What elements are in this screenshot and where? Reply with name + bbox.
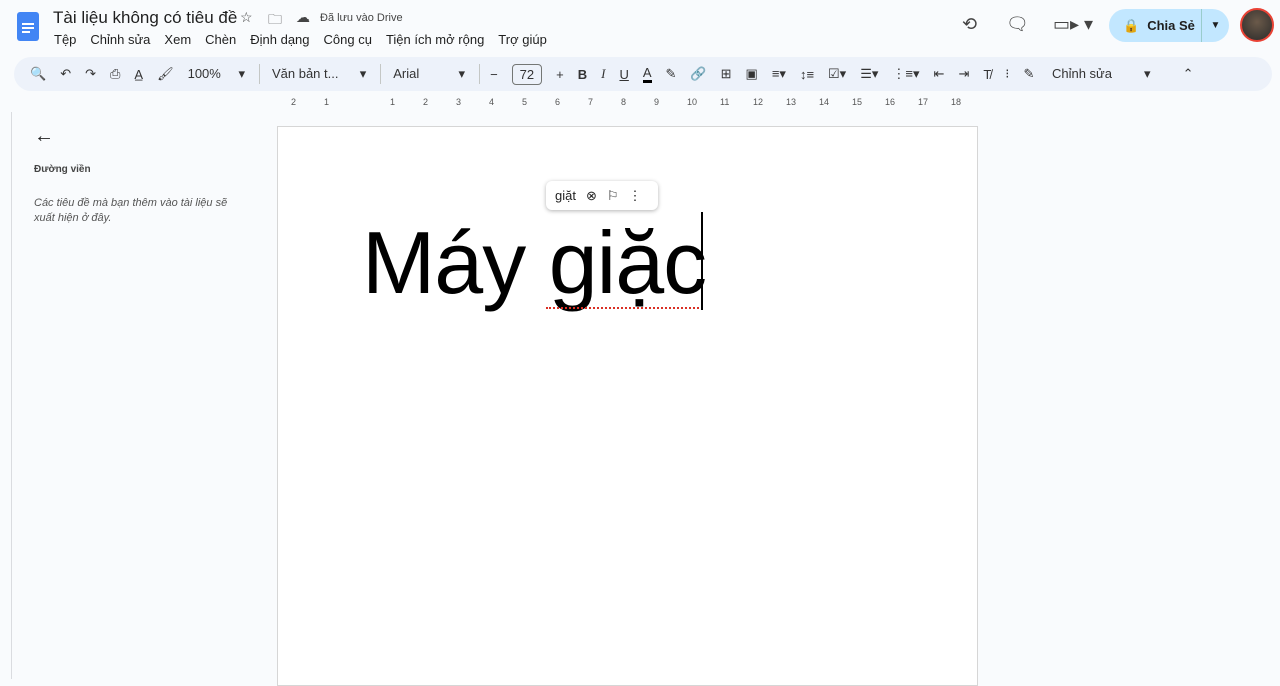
- toolbar: 🔍 ↶ ↷ ⎙ A̲ 🖌 100% ▾ Văn bản t... ▾ Arial…: [14, 57, 1272, 91]
- ruler-label: 16: [885, 97, 896, 107]
- spellcheck-icon[interactable]: A̲: [134, 67, 143, 82]
- document-text[interactable]: Máy giặc: [362, 212, 707, 314]
- checklist-icon[interactable]: ☑▾: [828, 66, 846, 82]
- style-select[interactable]: Văn bản t... ▾: [272, 66, 366, 82]
- ruler-label: 14: [819, 97, 830, 107]
- align-icon[interactable]: ≡▾: [772, 66, 786, 82]
- ruler-label: 1: [390, 97, 396, 107]
- comments-icon[interactable]: 🗨: [1006, 14, 1029, 35]
- editing-mode-select[interactable]: ✎ Chỉnh sửa ▾: [1023, 66, 1150, 82]
- divider: [380, 64, 382, 84]
- ruler-label: 2: [423, 97, 429, 107]
- saved-status: Đã lưu vào Drive: [320, 12, 403, 24]
- decrease-indent-icon[interactable]: ⇤: [934, 66, 945, 82]
- ruler-label: 2: [291, 97, 297, 107]
- more-options-icon[interactable]: ⋮: [629, 188, 642, 204]
- menu-extensions[interactable]: Tiện ích mở rộng: [386, 32, 484, 47]
- back-arrow-icon[interactable]: ←: [34, 125, 54, 148]
- underline-icon[interactable]: U: [619, 67, 628, 82]
- search-icon[interactable]: 🔍: [30, 66, 46, 82]
- dismiss-icon[interactable]: ⊗: [586, 188, 597, 204]
- menu-insert[interactable]: Chèn: [205, 32, 236, 47]
- ruler-label: 15: [852, 97, 863, 107]
- ruler-label: 5: [522, 97, 528, 107]
- bulleted-list-icon[interactable]: ☰▾: [860, 66, 878, 82]
- menu-help[interactable]: Trợ giúp: [498, 32, 547, 47]
- ruler-label: 18: [951, 97, 962, 107]
- numbered-list-icon[interactable]: ⋮≡▾: [892, 66, 919, 82]
- print-icon[interactable]: ⎙: [110, 66, 120, 82]
- move-folder-icon[interactable]: 🗀: [268, 9, 282, 33]
- outline-title: Đường viền: [34, 164, 91, 175]
- add-comment-icon[interactable]: ⊞: [721, 66, 732, 82]
- italic-icon[interactable]: I: [601, 66, 605, 82]
- docs-logo[interactable]: [17, 12, 39, 41]
- line-spacing-icon[interactable]: ↕≡: [800, 67, 814, 82]
- font-value: Arial: [393, 66, 420, 81]
- zoom-select[interactable]: 100% ▾: [188, 66, 245, 82]
- text-cursor: [701, 212, 703, 310]
- font-size-input[interactable]: 72: [511, 63, 543, 85]
- meet-icon[interactable]: ▭▸ ▾: [1053, 14, 1093, 35]
- pencil-icon: ✎: [1023, 66, 1035, 81]
- link-icon[interactable]: 🔗: [690, 66, 706, 82]
- spelling-underline: [546, 306, 703, 309]
- spelling-suggestion-popup: giặt ⊗ ⚐ ⋮: [546, 181, 658, 210]
- document-title[interactable]: Tài liệu không có tiêu đề: [53, 8, 237, 28]
- outline-hint: Các tiêu đề mà bạn thêm vào tài liệu sẽ …: [34, 197, 228, 224]
- menu-edit[interactable]: Chỉnh sửa: [90, 32, 150, 47]
- ruler-label: 9: [654, 97, 660, 107]
- star-icon[interactable]: ☆: [240, 9, 253, 26]
- avatar[interactable]: [1240, 8, 1274, 42]
- ruler-label: 12: [753, 97, 764, 107]
- menu-tools[interactable]: Công cụ: [324, 32, 372, 47]
- menu-bar: Tệp Chỉnh sửa Xem Chèn Định dạng Công cụ…: [54, 32, 547, 47]
- clear-formatting-icon[interactable]: T̸: [983, 67, 991, 82]
- share-label: Chia Sẻ: [1147, 18, 1195, 33]
- text-color-icon[interactable]: A: [642, 65, 652, 83]
- suggestion-accept[interactable]: giặt: [555, 188, 576, 203]
- ruler-label: 1: [324, 97, 330, 107]
- insert-image-icon[interactable]: ▣: [746, 66, 758, 82]
- lock-icon: 🔒: [1123, 17, 1140, 33]
- menu-view[interactable]: Xem: [164, 32, 191, 47]
- document-page[interactable]: [277, 126, 978, 686]
- zoom-value: 100%: [187, 66, 221, 81]
- collapse-toolbar-icon[interactable]: ⌃: [1183, 66, 1194, 82]
- more-icon[interactable]: ⁝: [1005, 66, 1009, 82]
- ruler-label: 17: [918, 97, 929, 107]
- increase-size-icon[interactable]: +: [556, 67, 564, 82]
- ruler-label: 13: [786, 97, 797, 107]
- ruler-label: 10: [687, 97, 698, 107]
- feedback-icon[interactable]: ⚐: [607, 188, 619, 204]
- ruler-label: 7: [588, 97, 594, 107]
- bold-icon[interactable]: B: [578, 67, 587, 82]
- ruler-label: 11: [720, 97, 730, 107]
- history-icon[interactable]: ⟲: [962, 14, 977, 35]
- ruler-label: 3: [456, 97, 462, 107]
- share-dropdown[interactable]: ▼: [1201, 9, 1229, 42]
- cloud-saved-icon: ☁: [296, 9, 310, 25]
- menu-file[interactable]: Tệp: [54, 32, 76, 47]
- increase-indent-icon[interactable]: ⇥: [958, 66, 969, 82]
- undo-icon[interactable]: ↶: [60, 66, 71, 82]
- divider: [258, 64, 260, 84]
- style-value: Văn bản t...: [271, 66, 339, 81]
- redo-icon[interactable]: ↷: [85, 66, 96, 82]
- horizontal-ruler[interactable]: 2 1 1 2 3 4 5 6 7 8 9 10 11 12 13 14 15 16 17 18: [280, 97, 980, 111]
- share-button[interactable]: 🔒 Chia Sẻ ▼: [1109, 9, 1229, 42]
- paint-format-icon[interactable]: 🖌: [157, 66, 174, 82]
- menu-format[interactable]: Định dạng: [250, 32, 309, 47]
- ruler-label: 8: [621, 97, 627, 107]
- ruler-label: 6: [555, 97, 561, 107]
- ruler-label: 4: [489, 97, 495, 107]
- vertical-ruler[interactable]: [0, 112, 12, 679]
- mode-value: Chỉnh sửa: [1051, 66, 1112, 81]
- highlight-icon[interactable]: ✎: [666, 66, 677, 82]
- divider: [479, 64, 481, 84]
- decrease-size-icon[interactable]: −: [490, 67, 498, 82]
- font-select[interactable]: Arial ▾: [393, 66, 465, 82]
